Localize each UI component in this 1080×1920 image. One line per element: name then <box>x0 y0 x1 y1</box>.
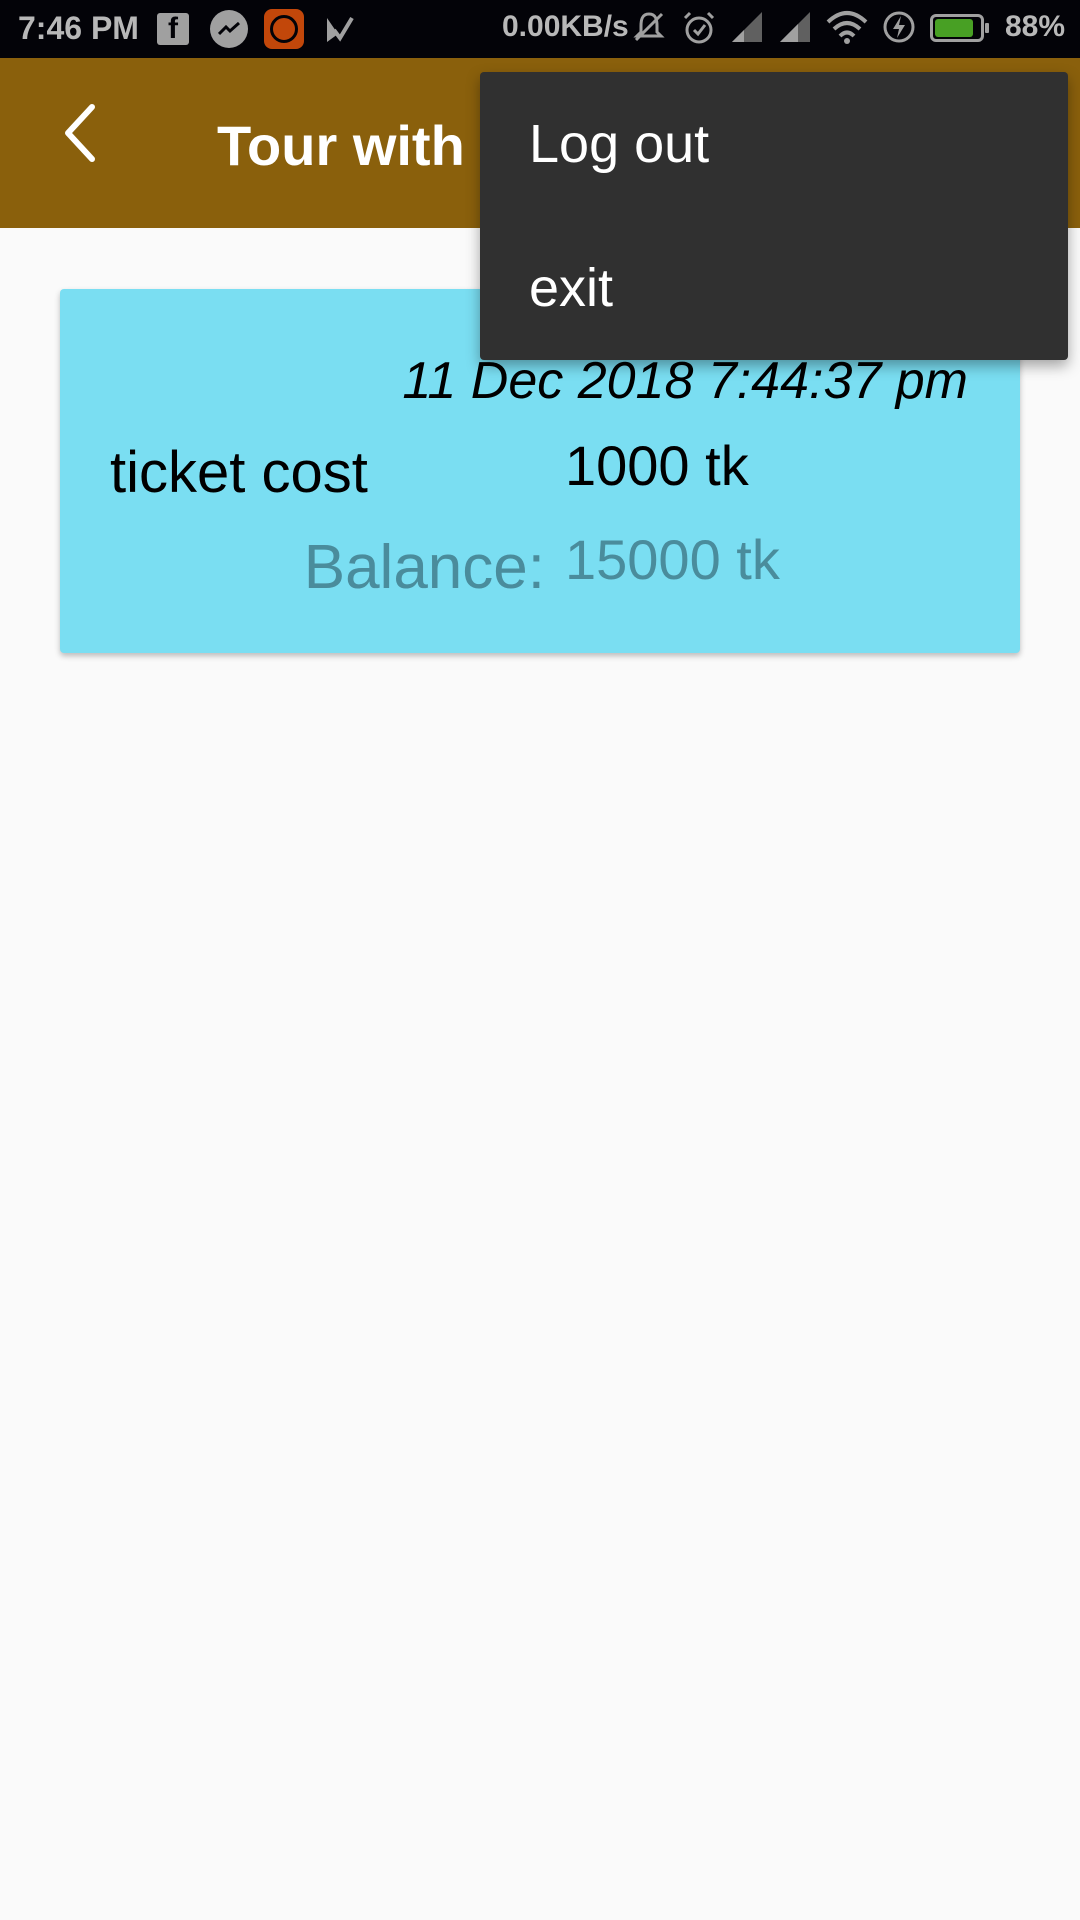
battery-icon <box>930 14 989 42</box>
menu-item-exit[interactable]: exit <box>480 216 1068 360</box>
balance-value: 15000 tk <box>565 528 780 591</box>
wifi-icon <box>826 10 868 52</box>
mute-bell-icon <box>632 10 666 52</box>
battery-level <box>935 19 974 37</box>
overflow-menu: Log out exit <box>480 72 1068 360</box>
ticket-date: 11 Dec 2018 7:44:37 pm <box>402 352 968 410</box>
status-bar: 7:46 PM f 0.00KB/s 88% <box>0 0 1080 58</box>
network-speed: 0.00KB/s <box>502 10 629 43</box>
charging-icon <box>882 10 916 52</box>
back-button[interactable] <box>40 93 120 173</box>
alarm-icon <box>681 10 717 54</box>
app-screen: 7:46 PM f 0.00KB/s 88% Tour with 11 Dec … <box>0 0 1080 1920</box>
status-time: 7:46 PM <box>18 10 139 46</box>
ticket-cost-label: ticket cost <box>110 440 368 505</box>
facebook-icon: f <box>157 12 189 45</box>
checkmark-app-icon <box>322 12 356 46</box>
signal-1-icon <box>730 10 764 52</box>
chevron-left-icon <box>65 104 95 162</box>
battery-percent: 88% <box>1005 10 1066 43</box>
signal-2-icon <box>778 10 812 52</box>
page-title: Tour with <box>217 114 465 177</box>
mi-app-icon <box>264 9 304 49</box>
messenger-icon <box>210 10 248 48</box>
balance-label: Balance: <box>303 533 545 602</box>
ticket-cost-value: 1000 tk <box>565 434 749 497</box>
menu-item-log-out[interactable]: Log out <box>480 72 1068 216</box>
